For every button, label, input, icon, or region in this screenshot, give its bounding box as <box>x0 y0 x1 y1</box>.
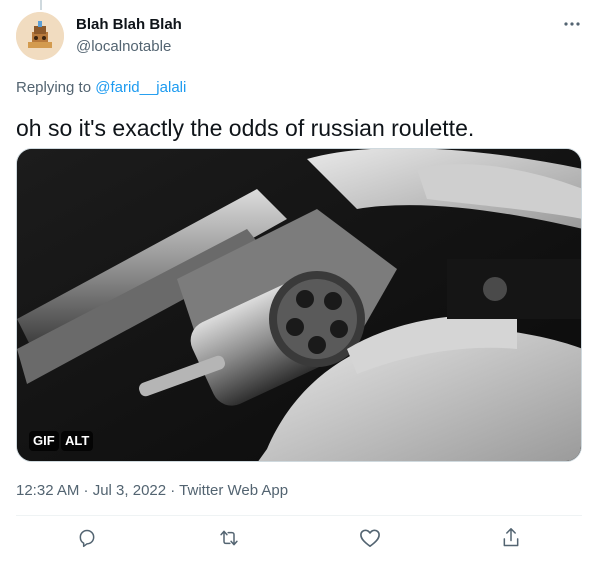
reply-icon <box>79 529 95 548</box>
like-icon <box>360 529 380 547</box>
author-handle[interactable]: @localnotable <box>76 37 171 57</box>
more-options-button[interactable] <box>560 14 584 34</box>
retweet-button[interactable] <box>217 526 241 550</box>
actions-divider <box>16 515 582 516</box>
tweet-gif-media[interactable]: GIF ALT <box>16 148 582 462</box>
retweet-icon <box>220 530 238 546</box>
alt-text-badge[interactable]: ALT <box>61 431 94 451</box>
author-display-name[interactable]: Blah Blah Blah <box>76 15 182 35</box>
revolver-cylinder-image <box>17 149 581 461</box>
gif-badge: GIF <box>29 431 59 451</box>
share-button[interactable] <box>499 526 523 550</box>
thread-connector-line <box>40 0 42 10</box>
reply-button[interactable] <box>75 526 99 550</box>
like-button[interactable] <box>358 526 382 550</box>
replying-to-label: Replying to <box>16 79 96 96</box>
replying-to-line: Replying to @farid__jalali <box>16 78 186 98</box>
tweet-text: oh so it's exactly the odds of russian r… <box>16 115 475 141</box>
share-icon <box>503 528 519 547</box>
replying-to-handle-link[interactable]: @farid__jalali <box>95 79 186 96</box>
more-horizontal-icon <box>564 22 580 26</box>
tweet-timestamp[interactable]: 12:32 AM · Jul 3, 2022 · Twitter Web App <box>16 481 288 501</box>
author-avatar[interactable] <box>16 12 64 60</box>
avatar-cartoon-icon <box>16 12 64 60</box>
